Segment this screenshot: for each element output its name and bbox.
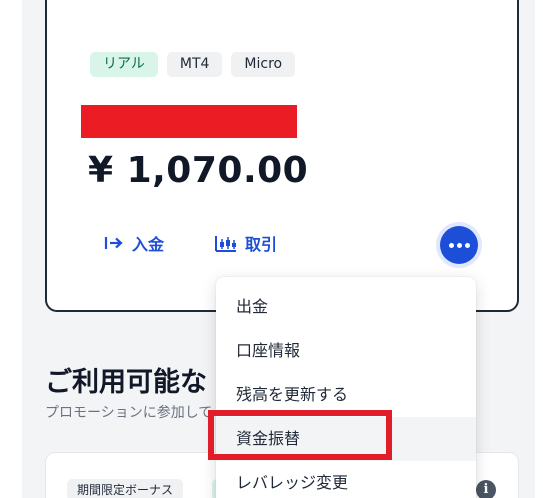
account-card: リアル MT4 Micro ¥ 1,070.00 入金 取引 [45,0,519,312]
promo-badge: 期間限定ボーナス [67,479,184,498]
more-options-button[interactable] [440,226,478,264]
redacted-account-name [81,105,297,138]
more-icon-dot [448,242,454,248]
menu-item-account-info[interactable]: 口座情報 [216,329,476,373]
deposit-label: 入金 [132,235,165,254]
section-title: ご利用可能な [45,367,207,398]
account-class-badge: Micro [231,52,296,77]
left-gutter [0,0,22,498]
more-icon-dot [464,242,470,248]
menu-item-leverage-change[interactable]: レバレッジ変更 [216,461,476,498]
menu-item-withdraw[interactable]: 出金 [216,285,476,329]
platform-badge: MT4 [166,52,223,77]
annotation-highlight-box [208,410,392,460]
deposit-icon [104,235,124,251]
account-badges: リアル MT4 Micro [90,52,296,77]
account-balance: ¥ 1,070.00 [88,150,309,191]
section-subtitle: プロモーションに参加して [45,405,213,421]
candlestick-chart-icon [215,234,237,252]
account-type-badge: リアル [90,52,158,77]
account-actions-menu: 出金 口座情報 残高を更新する 資金振替 レバレッジ変更 [216,277,476,498]
trade-label: 取引 [245,235,278,254]
deposit-button[interactable]: 入金 [104,231,164,255]
trade-button[interactable]: 取引 [215,231,277,255]
right-gutter [535,0,543,498]
info-icon[interactable]: i [476,480,496,498]
more-icon-dot [456,242,462,248]
